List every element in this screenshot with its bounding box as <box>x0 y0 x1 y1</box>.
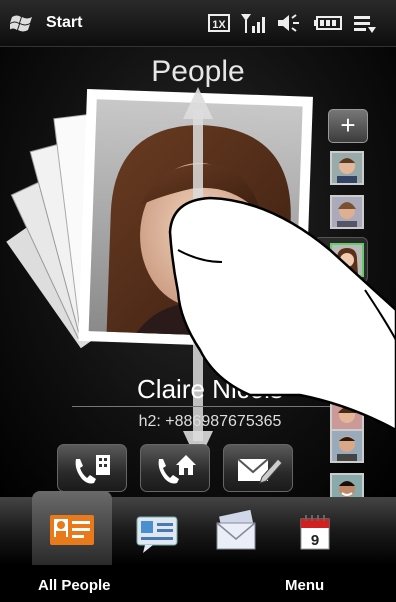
phone-home-icon <box>158 455 196 484</box>
add-contact-button[interactable]: + <box>328 109 368 143</box>
tab-calendar[interactable]: 9 <box>275 497 355 565</box>
contact-thumbnail[interactable] <box>330 151 364 185</box>
status-bar: Start 1X <box>0 0 396 47</box>
contact-thumbnail[interactable] <box>330 195 364 229</box>
tab-all-people[interactable] <box>32 491 112 565</box>
people-panel[interactable]: People Claire Nicols h2: +886987675365 + <box>0 47 396 497</box>
contact-thumbnail[interactable] <box>330 289 364 323</box>
contact-phone[interactable]: h2: +886987675365 <box>70 413 350 431</box>
signal-strength-icon <box>241 14 265 33</box>
compose-message-button[interactable] <box>223 444 293 492</box>
contact-thumbnail-selected[interactable] <box>330 243 364 277</box>
data-type-label: 1X <box>212 19 226 31</box>
softkey-menu[interactable]: Menu <box>285 577 324 594</box>
envelopes-icon <box>216 509 256 550</box>
calendar-day-label: 9 <box>311 532 319 549</box>
calendar-icon: 9 <box>300 515 330 550</box>
start-label[interactable]: Start <box>46 14 82 32</box>
phone-building-icon <box>75 455 110 484</box>
battery-icon <box>314 16 342 30</box>
message-bubble-icon <box>136 516 178 553</box>
call-home-button[interactable] <box>140 444 210 492</box>
contact-thumbnail[interactable] <box>330 399 364 433</box>
contact-thumbnail[interactable] <box>330 473 364 497</box>
call-office-button[interactable] <box>57 444 127 492</box>
notification-list-icon[interactable] <box>352 11 378 35</box>
speaker-icon[interactable] <box>275 11 303 35</box>
contact-name: Claire Nicols <box>137 374 283 404</box>
windows-flag-icon[interactable] <box>10 12 34 34</box>
envelope-pen-icon <box>237 458 283 484</box>
tab-bar: 9 <box>0 491 396 565</box>
tab-email[interactable] <box>197 497 277 565</box>
divider <box>72 406 348 407</box>
softkey-bar: All People Menu <box>0 565 396 602</box>
tab-messaging[interactable] <box>117 497 197 565</box>
contact-card-icon <box>50 515 94 545</box>
softkey-all-people[interactable]: All People <box>38 577 111 594</box>
1x-data-icon: 1X <box>208 14 230 32</box>
contact-thumbnail[interactable] <box>330 429 364 463</box>
